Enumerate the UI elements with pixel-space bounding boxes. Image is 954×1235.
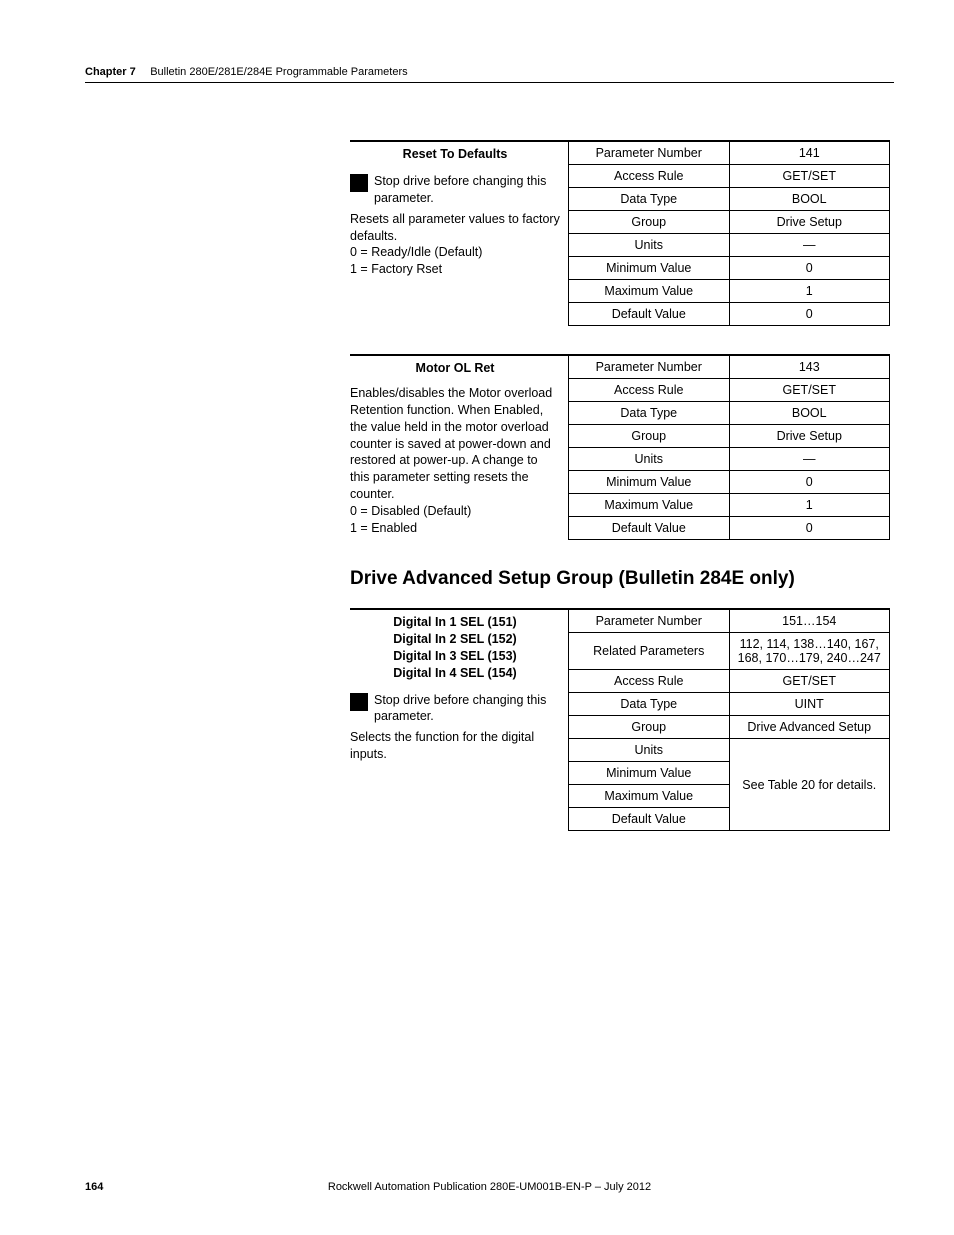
param-grid: Parameter Number151…154 Related Paramete… xyxy=(568,608,890,831)
cell-label: Parameter Number xyxy=(569,609,730,633)
stop-icon xyxy=(350,174,368,192)
cell-label: Units xyxy=(569,234,730,257)
chapter-title: Bulletin 280E/281E/284E Programmable Par… xyxy=(150,66,407,78)
cell-label: Units xyxy=(569,739,730,762)
cell-label: Group xyxy=(569,211,730,234)
cell-value-merged: See Table 20 for details. xyxy=(729,739,890,831)
param-option-0: 0 = Ready/Idle (Default) xyxy=(350,244,560,261)
cell-value: GET/SET xyxy=(729,670,890,693)
param-option-0: 0 = Disabled (Default) xyxy=(350,503,560,520)
param-description: Resets all parameter values to factory d… xyxy=(350,211,560,245)
cell-label: Maximum Value xyxy=(569,494,730,517)
param-title: Motor OL Ret xyxy=(350,360,560,381)
cell-label: Group xyxy=(569,716,730,739)
cell-value: 0 xyxy=(729,471,890,494)
warning-row: Stop drive before changing this paramete… xyxy=(350,692,560,726)
param-title-3: Digital In 3 SEL (153) xyxy=(350,648,560,665)
param-description: Enables/disables the Motor overload Rete… xyxy=(350,385,560,503)
cell-label: Parameter Number xyxy=(569,141,730,165)
param-option-1: 1 = Factory Rset xyxy=(350,261,560,278)
param-option-1: 1 = Enabled xyxy=(350,520,560,537)
param-table: Parameter Number141 Access RuleGET/SET D… xyxy=(568,140,890,326)
cell-value: — xyxy=(729,234,890,257)
cell-label: Data Type xyxy=(569,693,730,716)
publication-info: Rockwell Automation Publication 280E-UM0… xyxy=(85,1181,894,1193)
cell-value: Drive Advanced Setup xyxy=(729,716,890,739)
cell-label: Access Rule xyxy=(569,165,730,188)
cell-value: Drive Setup xyxy=(729,211,890,234)
param-grid: Parameter Number143 Access RuleGET/SET D… xyxy=(568,354,890,540)
warning-row: Stop drive before changing this paramete… xyxy=(350,173,560,207)
cell-value: 143 xyxy=(729,355,890,379)
cell-label: Group xyxy=(569,425,730,448)
cell-value: 0 xyxy=(729,257,890,280)
cell-value: 0 xyxy=(729,517,890,540)
param-block-reset: Reset To Defaults Stop drive before chan… xyxy=(350,140,890,326)
cell-value: 151…154 xyxy=(729,609,890,633)
cell-value: GET/SET xyxy=(729,165,890,188)
param-title-4: Digital In 4 SEL (154) xyxy=(350,665,560,682)
cell-label: Minimum Value xyxy=(569,471,730,494)
content-area: Reset To Defaults Stop drive before chan… xyxy=(350,140,890,859)
cell-value: BOOL xyxy=(729,188,890,211)
cell-label: Related Parameters xyxy=(569,633,730,670)
cell-label: Access Rule xyxy=(569,379,730,402)
cell-label: Parameter Number xyxy=(569,355,730,379)
cell-value: BOOL xyxy=(729,402,890,425)
param-grid: Parameter Number141 Access RuleGET/SET D… xyxy=(568,140,890,326)
warning-text: Stop drive before changing this paramete… xyxy=(374,692,560,726)
section-heading: Drive Advanced Setup Group (Bulletin 284… xyxy=(350,568,890,590)
cell-value: 1 xyxy=(729,494,890,517)
cell-label: Units xyxy=(569,448,730,471)
cell-value: 141 xyxy=(729,141,890,165)
cell-label: Data Type xyxy=(569,402,730,425)
param-desc: Motor OL Ret Enables/disables the Motor … xyxy=(350,354,568,540)
param-desc: Digital In 1 SEL (151) Digital In 2 SEL … xyxy=(350,608,568,831)
chapter-label: Chapter 7 xyxy=(85,66,136,78)
cell-value: Drive Setup xyxy=(729,425,890,448)
cell-label: Minimum Value xyxy=(569,762,730,785)
param-table: Parameter Number151…154 Related Paramete… xyxy=(568,608,890,831)
cell-value: — xyxy=(729,448,890,471)
cell-label: Default Value xyxy=(569,303,730,326)
param-table: Parameter Number143 Access RuleGET/SET D… xyxy=(568,354,890,540)
param-desc: Reset To Defaults Stop drive before chan… xyxy=(350,140,568,326)
header-rule xyxy=(85,82,894,83)
stop-icon xyxy=(350,693,368,711)
param-title: Reset To Defaults xyxy=(350,146,560,167)
cell-value: 112, 114, 138…140, 167, 168, 170…179, 24… xyxy=(729,633,890,670)
cell-label: Maximum Value xyxy=(569,280,730,303)
cell-value: 1 xyxy=(729,280,890,303)
cell-label: Default Value xyxy=(569,808,730,831)
cell-label: Default Value xyxy=(569,517,730,540)
warning-text: Stop drive before changing this paramete… xyxy=(374,173,560,207)
cell-label: Maximum Value xyxy=(569,785,730,808)
cell-label: Access Rule xyxy=(569,670,730,693)
param-block-digital-in: Digital In 1 SEL (151) Digital In 2 SEL … xyxy=(350,608,890,831)
param-title-2: Digital In 2 SEL (152) xyxy=(350,631,560,648)
page-header: Chapter 7 Bulletin 280E/281E/284E Progra… xyxy=(85,62,894,80)
param-title-1: Digital In 1 SEL (151) xyxy=(350,614,560,631)
param-block-motor-ol: Motor OL Ret Enables/disables the Motor … xyxy=(350,354,890,540)
page-footer: 164 Rockwell Automation Publication 280E… xyxy=(85,1181,894,1193)
param-description: Selects the function for the digital inp… xyxy=(350,729,560,763)
cell-label: Data Type xyxy=(569,188,730,211)
cell-value: GET/SET xyxy=(729,379,890,402)
cell-value: 0 xyxy=(729,303,890,326)
param-title-group: Digital In 1 SEL (151) Digital In 2 SEL … xyxy=(350,614,560,682)
cell-value: UINT xyxy=(729,693,890,716)
cell-label: Minimum Value xyxy=(569,257,730,280)
